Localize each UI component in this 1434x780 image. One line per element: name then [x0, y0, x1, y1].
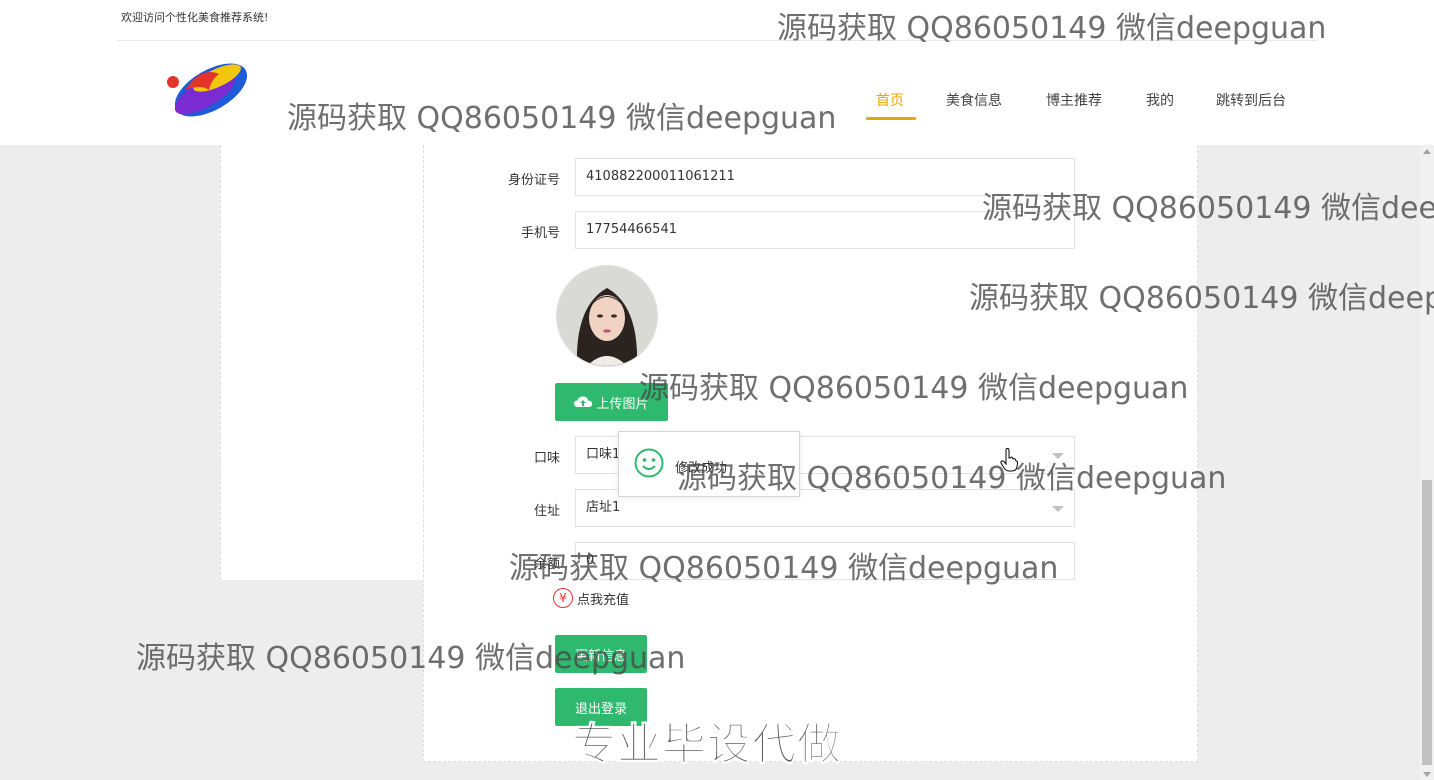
nav-blogger-recommend[interactable]: 博主推荐	[1046, 90, 1102, 110]
avatar	[556, 265, 658, 367]
address-select-value: 店址1	[586, 500, 621, 515]
site-header: 欢迎访问个性化美食推荐系统! 首页 美食信息 博主推荐 我的 跳转到后台	[0, 0, 1434, 145]
cloud-upload-icon	[574, 396, 593, 407]
scroll-up-arrow-icon[interactable]	[1423, 149, 1431, 154]
upload-image-button[interactable]: 上传图片	[555, 383, 668, 421]
success-toast: 修改成功	[618, 431, 800, 497]
yen-icon: ¥	[553, 588, 573, 608]
phone-label: 手机号	[520, 226, 560, 241]
balance-label: 余额	[533, 557, 560, 572]
taste-select-value: 口味1	[586, 447, 621, 462]
id-number-label: 身份证号	[507, 173, 560, 188]
nav-home[interactable]: 首页	[876, 90, 904, 110]
header-divider	[117, 40, 1317, 41]
taste-label: 口味	[533, 451, 560, 466]
smile-icon	[634, 448, 664, 478]
chevron-down-icon	[1052, 506, 1064, 512]
id-number-input[interactable]: 410882200011061211	[575, 158, 1075, 196]
update-info-button[interactable]: 更新信息	[555, 635, 647, 673]
chevron-down-icon	[1052, 453, 1064, 459]
nav-food-info[interactable]: 美食信息	[946, 90, 1002, 110]
welcome-text: 欢迎访问个性化美食推荐系统!	[121, 11, 269, 24]
nav-mine[interactable]: 我的	[1146, 90, 1174, 110]
scrollbar-thumb[interactable]	[1422, 480, 1432, 765]
left-sidebar-panel	[220, 145, 424, 580]
banner-watermark: 专业毕设代做	[572, 719, 842, 771]
balance-input[interactable]: 0	[575, 542, 1075, 580]
hand-cursor-icon	[1000, 448, 1018, 472]
phone-input[interactable]: 17754466541	[575, 211, 1075, 249]
scroll-down-arrow-icon[interactable]	[1423, 772, 1431, 777]
recharge-link[interactable]: ¥ 点我充值	[553, 588, 629, 608]
toast-message: 修改成功	[675, 461, 728, 476]
address-label: 住址	[533, 504, 560, 519]
site-logo[interactable]	[155, 56, 251, 132]
recharge-label: 点我充值	[577, 592, 630, 608]
nav-active-underline	[866, 117, 916, 120]
upload-button-label: 上传图片	[596, 396, 649, 412]
page-scrollbar[interactable]	[1420, 145, 1434, 780]
nav-admin[interactable]: 跳转到后台	[1216, 90, 1286, 110]
